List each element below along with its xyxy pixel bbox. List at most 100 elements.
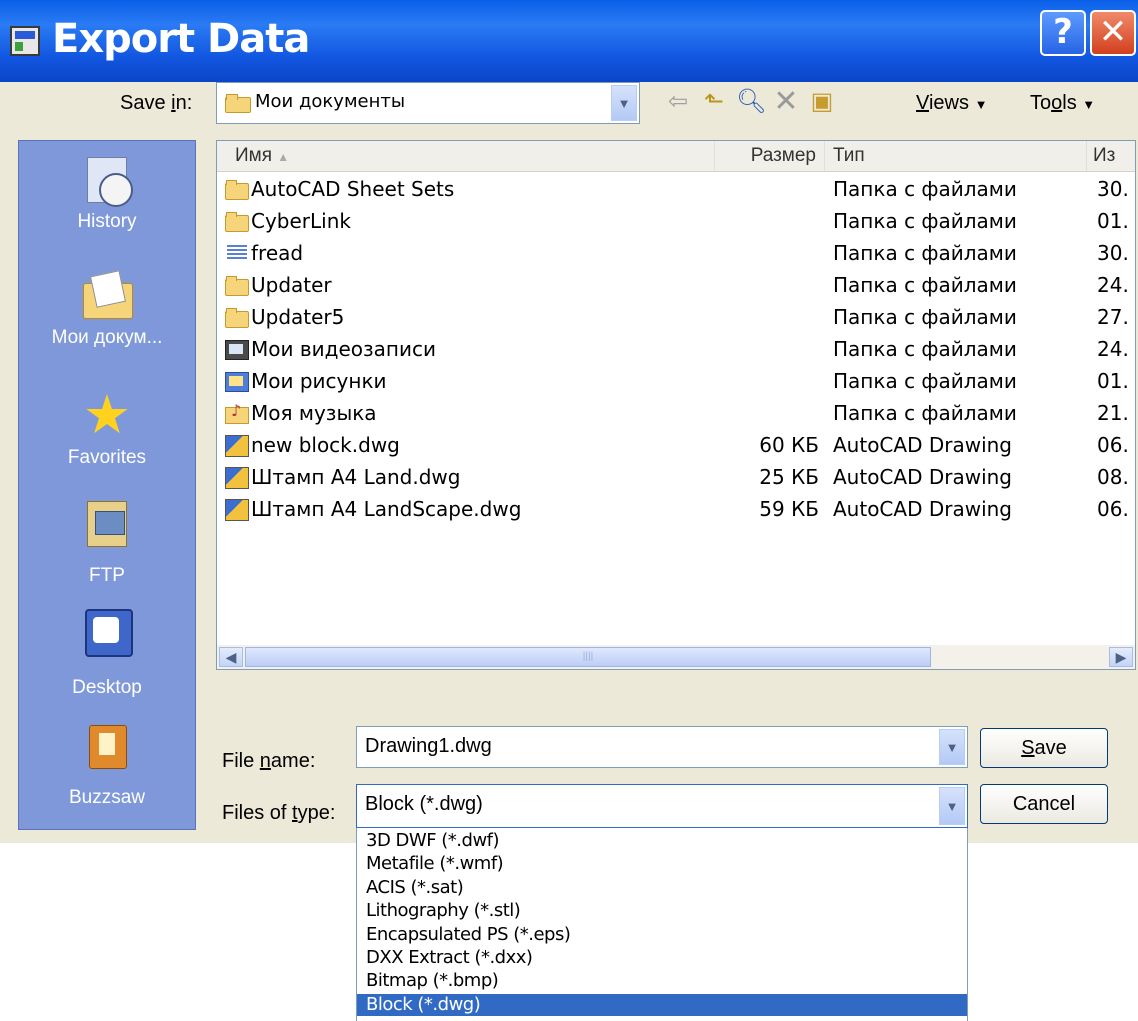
chevron-down-icon[interactable]: ▼	[939, 729, 965, 765]
place-favorites[interactable]: ★ Favorites	[19, 385, 195, 469]
column-name[interactable]: Имя ▲	[217, 141, 715, 171]
scroll-left-icon[interactable]: ◀	[219, 647, 243, 667]
history-icon	[81, 153, 133, 207]
file-type: AutoCAD Drawing	[833, 433, 1013, 457]
file-type-option[interactable]: ACIS (*.sat)	[357, 877, 967, 899]
file-name-cell: Штамп A4 LandScape.dwg	[225, 497, 521, 521]
help-button[interactable]: ?	[1040, 10, 1086, 56]
file-row[interactable]: Мои рисунки Папка с файлами 01.	[217, 365, 1135, 397]
views-menu[interactable]: Views ▼	[916, 92, 987, 115]
file-row[interactable]: fread Папка с файлами 30.	[217, 237, 1135, 269]
buzzsaw-icon	[81, 719, 133, 771]
horizontal-scrollbar[interactable]: ◀ |||| ▶	[217, 645, 1135, 669]
file-name: Updater	[251, 273, 332, 297]
chevron-down-icon[interactable]: ▼	[939, 787, 965, 825]
file-type-option[interactable]: Bitmap (*.bmp)	[357, 970, 967, 992]
file-name: Мои рисунки	[251, 369, 387, 393]
file-modified: 30.	[1097, 177, 1129, 201]
file-size: 25 КБ	[759, 465, 819, 489]
file-row[interactable]: Мои видеозаписи Папка с файлами 24.	[217, 333, 1135, 365]
file-name-input[interactable]: Drawing1.dwg ▼	[356, 726, 968, 768]
file-list[interactable]: Имя ▲ Размер Тип Из AutoCAD Sheet Sets Па…	[216, 140, 1136, 670]
file-row[interactable]: Updater5 Папка с файлами 27.	[217, 301, 1135, 333]
ftp-icon	[81, 497, 133, 549]
folder-icon	[225, 93, 251, 113]
dialog-title: Export Data	[52, 16, 310, 62]
places-bar: History Мои докум... ★ Favorites FTP Des…	[18, 140, 196, 830]
column-modified[interactable]: Из	[1087, 141, 1135, 171]
files-of-type-dropdown[interactable]: Block (*.dwg) ▼	[356, 784, 968, 828]
save-in-dropdown[interactable]: Мои документы ▼	[216, 82, 640, 124]
folder-icon	[225, 307, 249, 328]
folder-icon	[225, 211, 249, 232]
column-type[interactable]: Тип	[825, 141, 1087, 171]
new-folder-icon[interactable]: ▣	[808, 88, 836, 116]
close-button[interactable]: ✕	[1090, 10, 1136, 56]
delete-icon[interactable]: ✕	[772, 87, 800, 117]
file-type: Папка с файлами	[833, 401, 1017, 425]
file-type: Папка с файлами	[833, 177, 1017, 201]
desktop-icon	[81, 607, 133, 659]
column-header: Имя ▲ Размер Тип Из	[217, 141, 1135, 172]
file-type-option[interactable]: Lithography (*.stl)	[357, 900, 967, 922]
file-name: CyberLink	[251, 209, 351, 233]
file-name: Штамп A4 Land.dwg	[251, 465, 461, 489]
dwg-file-icon	[225, 435, 249, 457]
file-name-cell: AutoCAD Sheet Sets	[225, 177, 454, 201]
file-name-label: File name:	[222, 750, 316, 772]
place-ftp[interactable]: FTP	[19, 497, 195, 587]
place-history[interactable]: History	[19, 153, 195, 233]
file-type-option[interactable]: Block (*.dwg)	[357, 993, 967, 1016]
scroll-thumb[interactable]: ||||	[245, 647, 931, 667]
file-name-cell: CyberLink	[225, 209, 351, 233]
file-name: Штамп A4 LandScape.dwg	[251, 497, 522, 521]
file-type: Папка с файлами	[833, 337, 1017, 361]
file-modified: 24.	[1097, 337, 1129, 361]
file-type-option[interactable]: Encapsulated PS (*.eps)	[357, 924, 967, 946]
documents-icon	[81, 269, 133, 321]
file-name-cell: Мои видеозаписи	[225, 337, 436, 361]
file-type: Папка с файлами	[833, 369, 1017, 393]
file-modified: 27.	[1097, 305, 1129, 329]
file-name-cell: fread	[225, 241, 303, 265]
file-row[interactable]: Штамп A4 Land.dwg 25 КБ AutoCAD Drawing 08.	[217, 461, 1135, 493]
video-folder-icon	[225, 339, 249, 360]
place-buzzsaw[interactable]: Buzzsaw	[19, 719, 195, 809]
file-modified: 08.	[1097, 465, 1129, 489]
file-modified: 21.	[1097, 401, 1129, 425]
file-type-option[interactable]: DXX Extract (*.dxx)	[357, 947, 967, 969]
place-desktop[interactable]: Desktop	[19, 607, 195, 699]
up-folder-icon[interactable]: ⬑	[700, 88, 728, 116]
file-row[interactable]: AutoCAD Sheet Sets Папка с файлами 30.	[217, 173, 1135, 205]
file-row[interactable]: Штамп A4 LandScape.dwg 59 КБ AutoCAD Drawi…	[217, 493, 1135, 525]
file-row[interactable]: CyberLink Папка с файлами 01.	[217, 205, 1135, 237]
place-documents[interactable]: Мои докум...	[19, 269, 195, 349]
favorites-icon: ★	[82, 385, 132, 445]
file-size: 59 КБ	[759, 497, 819, 521]
dwg-file-icon	[225, 499, 249, 521]
chevron-down-icon[interactable]: ▼	[611, 85, 637, 121]
column-size[interactable]: Размер	[715, 141, 825, 171]
file-modified: 30.	[1097, 241, 1129, 265]
save-in-value: Мои документы	[255, 91, 406, 112]
file-type: Папка с файлами	[833, 273, 1017, 297]
search-icon[interactable]: 🔍︎	[736, 88, 766, 116]
cancel-button[interactable]: Cancel	[980, 784, 1108, 824]
file-name-cell: Мои рисунки	[225, 369, 387, 393]
file-row[interactable]: new block.dwg 60 КБ AutoCAD Drawing 06.	[217, 429, 1135, 461]
save-in-label: Save in:	[120, 92, 193, 114]
export-data-dialog: Export Data ? ✕ Save in: Мои документы ▼…	[0, 0, 1138, 843]
file-row[interactable]: Моя музыка Папка с файлами 21.	[217, 397, 1135, 429]
scroll-right-icon[interactable]: ▶	[1109, 647, 1133, 667]
file-name-cell: Updater5	[225, 305, 344, 329]
save-button[interactable]: Save	[980, 728, 1108, 768]
file-type-option[interactable]: 3D DWF (*.dwf)	[357, 830, 967, 852]
file-modified: 01.	[1097, 369, 1129, 393]
tools-menu[interactable]: Tools ▼	[1030, 92, 1095, 115]
file-modified: 24.	[1097, 273, 1129, 297]
back-icon[interactable]: ⇦	[664, 88, 692, 116]
folder-icon	[225, 179, 249, 200]
file-row[interactable]: Updater Папка с файлами 24.	[217, 269, 1135, 301]
file-type-option[interactable]: Metafile (*.wmf)	[357, 853, 967, 875]
file-name: Updater5	[251, 305, 345, 329]
